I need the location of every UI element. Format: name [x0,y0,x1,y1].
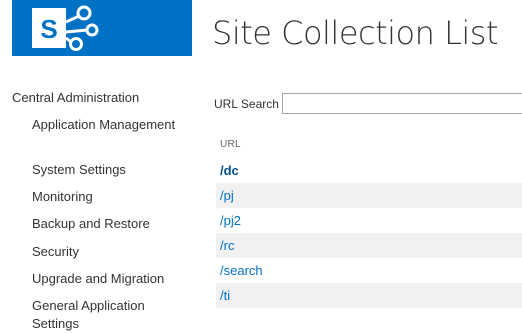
nav-item-backup-and-restore[interactable]: Backup and Restore [32,215,192,243]
table-row: /dc [216,158,522,183]
svg-text:S: S [40,14,57,44]
site-url-link[interactable]: /pj2 [216,213,241,228]
url-search-label: URL Search [214,97,279,111]
url-search-input[interactable] [282,93,522,114]
nav-central-administration[interactable]: Central Administration [12,90,139,105]
table-row: /rc [216,233,522,258]
nav-item-security[interactable]: Security [32,243,192,270]
site-url-link[interactable]: /ti [216,288,230,303]
nav-item-general-application-settings[interactable]: General Application Settings [32,297,192,333]
table-row: /ti [216,283,522,308]
site-url-link[interactable]: /pj [216,188,234,203]
table-row: /pj [216,183,522,208]
table-row: /pj2 [216,208,522,233]
sharepoint-logo-tile[interactable]: S [12,0,192,56]
url-column-header[interactable]: URL [220,139,241,150]
nav-item-upgrade-and-migration[interactable]: Upgrade and Migration [32,270,192,297]
site-url-link[interactable]: /search [216,263,263,278]
site-collection-list: /dc /pj /pj2 /rc /search /ti [216,158,522,308]
page-title: Site Collection List [212,14,499,52]
sharepoint-logo-icon: S [32,5,99,51]
quick-launch-nav: Application Management System Settings M… [32,116,192,333]
nav-item-system-settings[interactable]: System Settings [32,161,192,188]
site-url-link[interactable]: /dc [216,163,239,178]
nav-item-monitoring[interactable]: Monitoring [32,188,192,215]
table-row: /search [216,258,522,283]
nav-item-application-management[interactable]: Application Management [32,116,192,161]
site-url-link[interactable]: /rc [216,238,234,253]
